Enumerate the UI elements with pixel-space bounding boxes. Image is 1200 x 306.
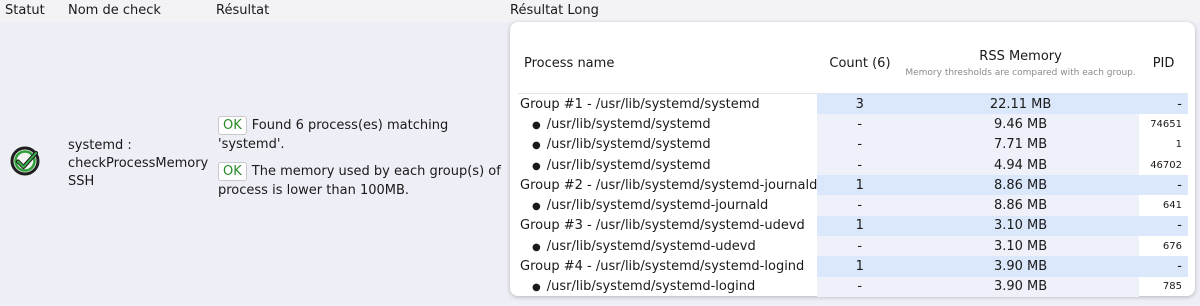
table-row: Group #2 - /usr/lib/systemd/systemd-jour… [518,175,1188,196]
process-pid: 641 [1162,200,1182,212]
process-name: ●/usr/lib/systemd/systemd-udevd [532,238,756,254]
table-row: ●/usr/lib/systemd/systemd - 4.94 MB 4670… [518,154,1188,176]
process-name: ●/usr/lib/systemd/systemd-journald [532,198,769,214]
process-name: Group #4 - /usr/lib/systemd/systemd-logi… [520,259,805,275]
process-name: Group #1 - /usr/lib/systemd/systemd [520,96,760,112]
process-rss: 3.10 MB [902,236,1140,257]
ok-badge: OK [218,116,247,135]
col-count: Count (6) [817,33,903,94]
table-row: ●/usr/lib/systemd/systemd-udevd - 3.10 M… [518,236,1188,257]
process-name: Group #2 - /usr/lib/systemd/systemd-jour… [520,177,818,193]
result-message-2: OK The memory used by each group(s) of pr… [218,162,503,200]
bullet-icon: ● [532,160,541,172]
process-pid: 785 [1162,281,1182,293]
process-count: 3 [817,93,903,115]
bullet-icon: ● [532,282,541,294]
col-process-name: Process name [518,33,818,94]
table-row: Group #4 - /usr/lib/systemd/systemd-logi… [518,256,1188,277]
table-row: ●/usr/lib/systemd/systemd-journald - 8.8… [518,195,1188,216]
process-rss: 9.46 MB [902,114,1140,135]
process-rss: 3.90 MB [902,276,1140,297]
ok-check-icon [10,146,40,176]
table-row: Group #1 - /usr/lib/systemd/systemd 3 22… [518,93,1188,115]
header-result[interactable]: Résultat [216,3,269,19]
process-rss: 4.94 MB [902,154,1140,176]
process-rss: 7.71 MB [902,134,1140,155]
header-long-result[interactable]: Résultat Long [510,3,599,19]
header-check-name[interactable]: Nom de check [68,3,161,19]
table-header: Statut Nom de check Résultat Résultat Lo… [0,0,1200,22]
bullet-icon: ● [532,201,541,213]
col-rss-note: Memory thresholds are compared with each… [905,67,1136,78]
process-name: ●/usr/lib/systemd/systemd [532,116,711,132]
check-name[interactable]: systemd : checkProcessMemory SSH [68,137,210,191]
ok-badge: OK [218,162,247,181]
table-row: Group #3 - /usr/lib/systemd/systemd-udev… [518,215,1188,237]
process-name: ●/usr/lib/systemd/systemd [532,137,711,153]
process-rss: 3.10 MB [902,215,1140,237]
result-message-1: OK Found 6 process(es) matching 'systemd'… [218,116,503,154]
process-count: - [817,236,903,257]
process-rss: 22.11 MB [902,93,1140,115]
bullet-icon: ● [532,119,541,131]
process-count: 1 [817,215,903,237]
table-row: ●/usr/lib/systemd/systemd - 7.71 MB 1 [518,134,1188,155]
process-pid: - [1139,175,1188,196]
process-pid: 1 [1175,139,1182,151]
process-rss: 8.86 MB [902,175,1140,196]
result-messages: OK Found 6 process(es) matching 'systemd'… [218,116,503,208]
process-count: - [817,134,903,155]
col-pid: PID [1139,33,1188,94]
process-pid: 74651 [1150,118,1182,130]
table-row: ●/usr/lib/systemd/systemd-logind - 3.90 … [518,276,1188,297]
process-count: 1 [817,175,903,196]
process-count: - [817,154,903,176]
process-rss: 3.90 MB [902,256,1140,277]
process-pid: - [1139,93,1188,115]
process-name: ●/usr/lib/systemd/systemd [532,157,711,173]
process-count: 1 [817,256,903,277]
table-row: ●/usr/lib/systemd/systemd - 9.46 MB 7465… [518,114,1188,135]
result-text-2: The memory used by each group(s) of proc… [218,164,501,198]
process-pid: 46702 [1150,159,1182,171]
process-rss: 8.86 MB [902,195,1140,216]
process-count: - [817,195,903,216]
process-pid: - [1139,215,1188,237]
process-name: Group #3 - /usr/lib/systemd/systemd-udev… [520,218,805,234]
process-count: - [817,114,903,135]
process-pid: 676 [1162,240,1182,252]
col-rss-title: RSS Memory [979,48,1062,64]
process-table: Process name Count (6) RSS Memory Memory… [518,33,1188,297]
col-rss-memory: RSS Memory Memory thresholds are compare… [902,33,1140,94]
bullet-icon: ● [532,140,541,152]
result-text-1: Found 6 process(es) matching 'systemd'. [218,118,449,152]
header-status[interactable]: Statut [5,3,45,19]
process-count: - [817,276,903,297]
bullet-icon: ● [532,241,541,253]
long-result-card: Process name Count (6) RSS Memory Memory… [510,22,1195,297]
process-pid: - [1139,256,1188,277]
process-name: ●/usr/lib/systemd/systemd-logind [532,279,756,295]
